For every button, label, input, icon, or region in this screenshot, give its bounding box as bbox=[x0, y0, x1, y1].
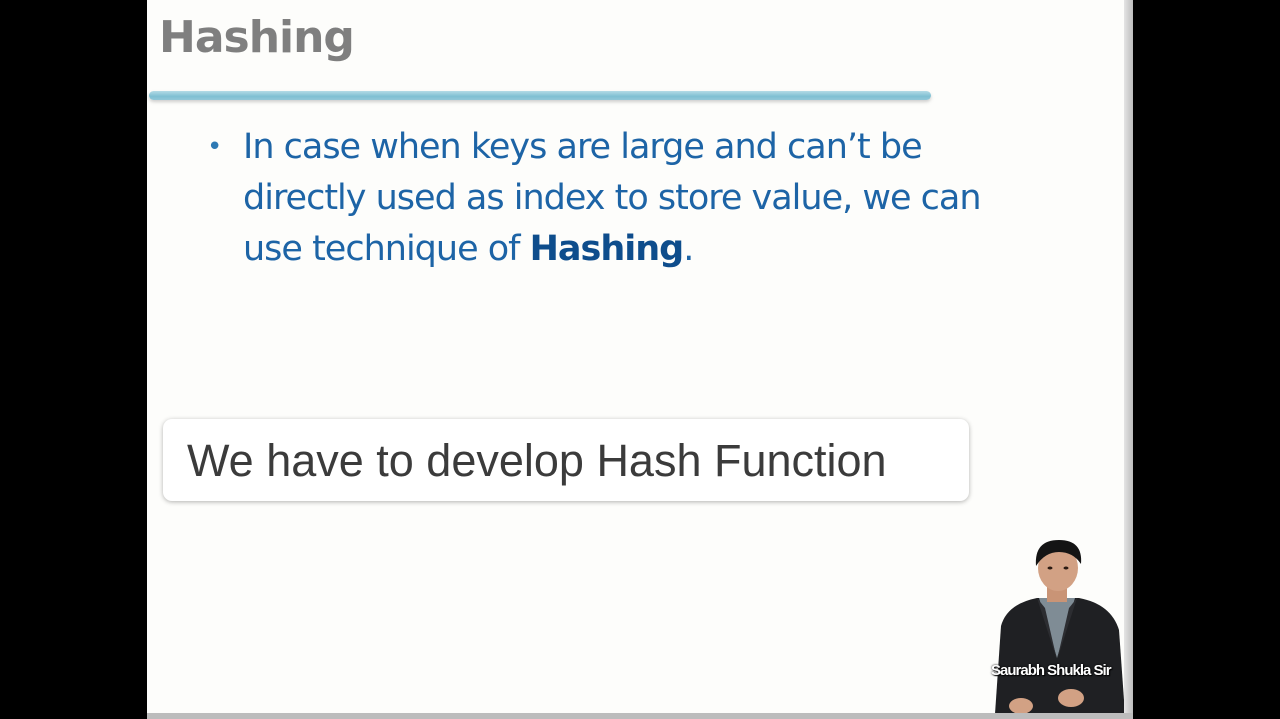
title-divider bbox=[149, 91, 931, 100]
slide-title: Hashing bbox=[159, 12, 355, 63]
bullet-text-emphasis: Hashing bbox=[529, 229, 685, 269]
video-frame: Hashing • In case when keys are large an… bbox=[0, 0, 1280, 719]
caption-text: We have to develop Hash Function bbox=[187, 435, 887, 486]
bullet-point: In case when keys are large and can’t be… bbox=[243, 122, 1043, 275]
presenter-name-label: Saurabh Shukla Sir bbox=[991, 662, 1112, 679]
presenter-figure bbox=[995, 540, 1125, 714]
slide-bottom-border bbox=[147, 713, 1133, 719]
caption-overlay: We have to develop Hash Function bbox=[163, 419, 969, 501]
bullet-text-suffix: . bbox=[683, 229, 694, 269]
bullet-icon: • bbox=[207, 132, 223, 162]
slide-right-border bbox=[1124, 0, 1133, 719]
presenter-video-thumbnail: Saurabh Shukla Sir bbox=[987, 538, 1127, 714]
presentation-slide: Hashing • In case when keys are large an… bbox=[147, 0, 1133, 719]
